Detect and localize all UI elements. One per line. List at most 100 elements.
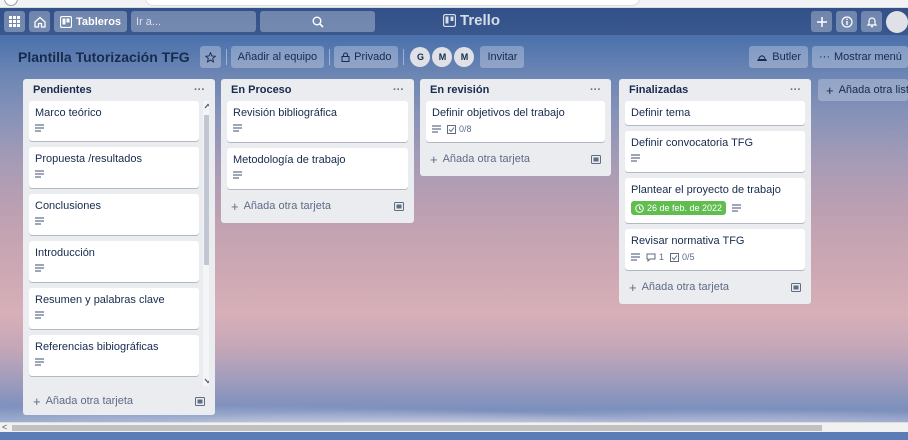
card[interactable]: Metodología de trabajo bbox=[227, 148, 408, 189]
template-icon[interactable] bbox=[394, 201, 404, 211]
jump-to-input[interactable]: Ir a... bbox=[131, 11, 257, 32]
checklist-icon bbox=[447, 124, 456, 134]
card-title: Plantear el proyecto de trabajo bbox=[631, 184, 781, 196]
add-card-button[interactable]: + Añada otra tarjeta bbox=[426, 148, 605, 170]
member-avatar[interactable]: M bbox=[432, 47, 453, 67]
list-menu-icon[interactable]: ··· bbox=[790, 84, 801, 96]
board-header-right: Butler ··· Mostrar menú bbox=[745, 46, 908, 68]
card-badges bbox=[35, 311, 193, 319]
user-avatar[interactable] bbox=[886, 11, 908, 33]
card-title: Introducción bbox=[35, 247, 95, 259]
list-menu-icon[interactable]: ··· bbox=[393, 84, 404, 96]
logo-text: Trello bbox=[460, 12, 501, 29]
list-title[interactable]: Pendientes bbox=[33, 84, 92, 96]
horizontal-scrollbar-thumb[interactable] bbox=[12, 425, 822, 431]
card[interactable]: Propuesta /resultados bbox=[29, 147, 199, 188]
checklist-count: 0/5 bbox=[682, 252, 695, 262]
list-finalizadas: Finalizadas ··· Definir tema Definir con… bbox=[619, 79, 811, 304]
apps-button[interactable] bbox=[4, 11, 25, 32]
search-button[interactable] bbox=[260, 11, 376, 32]
create-button[interactable] bbox=[811, 11, 832, 32]
scroll-left-icon[interactable]: < bbox=[2, 422, 7, 432]
card[interactable]: Conclusiones bbox=[29, 194, 199, 235]
boards-icon bbox=[60, 15, 72, 28]
card-badges: 0/8 bbox=[432, 124, 599, 134]
list-cards: Marco teórico Propuesta /resultados Conc… bbox=[29, 101, 209, 386]
add-card-button[interactable]: + Añada otra tarjeta bbox=[625, 276, 805, 298]
card-badges bbox=[631, 154, 799, 162]
scroll-up-icon[interactable] bbox=[204, 103, 209, 109]
template-icon[interactable] bbox=[195, 396, 205, 406]
card-title: Definir convocatoria TFG bbox=[631, 137, 754, 149]
privacy-button[interactable]: Privado bbox=[334, 46, 399, 68]
plus-icon: + bbox=[826, 82, 834, 98]
card[interactable]: Plantear el proyecto de trabajo 26 de fe… bbox=[625, 178, 805, 223]
add-card-button[interactable]: + Añada otra tarjeta bbox=[29, 390, 209, 412]
board-title[interactable]: Plantilla Tutorización TFG bbox=[12, 45, 196, 69]
browser-back-button[interactable] bbox=[4, 0, 18, 6]
card[interactable]: Definir tema bbox=[625, 101, 805, 125]
browser-address-bar[interactable] bbox=[145, 0, 640, 6]
star-button[interactable] bbox=[199, 46, 221, 68]
butler-label: Butler bbox=[772, 51, 801, 63]
notifications-button[interactable] bbox=[861, 11, 882, 32]
list-title[interactable]: En revisión bbox=[430, 84, 489, 96]
card[interactable]: Referencias bibiográficas bbox=[29, 335, 199, 376]
more-icon: ··· bbox=[819, 51, 830, 63]
card[interactable]: Marco teórico bbox=[29, 101, 199, 141]
invite-button[interactable]: Invitar bbox=[480, 46, 525, 68]
template-icon[interactable] bbox=[791, 282, 801, 292]
member-avatar[interactable]: G bbox=[410, 47, 431, 67]
add-to-team-button[interactable]: Añadir al equipo bbox=[230, 46, 325, 68]
description-icon bbox=[732, 204, 742, 212]
list-scrollbar-thumb[interactable] bbox=[204, 115, 209, 265]
boards-button[interactable]: Tableros bbox=[54, 11, 128, 32]
show-menu-button[interactable]: ··· Mostrar menú bbox=[812, 46, 908, 68]
plus-icon bbox=[816, 16, 827, 27]
add-card-button[interactable]: + Añada otra tarjeta bbox=[227, 195, 408, 217]
due-date-text: 26 de feb. de 2022 bbox=[647, 203, 723, 213]
card[interactable]: Resumen y palabras clave bbox=[29, 288, 199, 329]
card-title: Marco teórico bbox=[35, 107, 102, 119]
card-title: Resumen y palabras clave bbox=[35, 294, 165, 306]
comments-badge: 1 bbox=[646, 252, 664, 262]
trello-logo[interactable]: Trello bbox=[443, 12, 500, 29]
list-title[interactable]: En Proceso bbox=[231, 84, 292, 96]
add-list-button[interactable]: + Añada otra lista bbox=[818, 79, 908, 101]
card[interactable]: Introducción bbox=[29, 241, 199, 282]
list-menu-icon[interactable]: ··· bbox=[194, 84, 205, 96]
list-header[interactable]: En Proceso ··· bbox=[227, 79, 408, 101]
list-header[interactable]: Finalizadas ··· bbox=[625, 79, 805, 101]
scroll-down-icon[interactable] bbox=[204, 378, 209, 384]
separator bbox=[329, 49, 331, 65]
list-header[interactable]: Pendientes ··· bbox=[29, 79, 209, 101]
card[interactable]: Definir convocatoria TFG bbox=[625, 131, 805, 172]
list-en-proceso: En Proceso ··· Revisión bibliográfica Me… bbox=[221, 79, 414, 223]
board-horizontal-scrollbar[interactable]: < bbox=[0, 422, 908, 432]
add-card-label: Añada otra tarjeta bbox=[641, 281, 730, 293]
template-icon[interactable] bbox=[591, 154, 601, 164]
card[interactable]: Revisar normativa TFG 1 0/5 bbox=[625, 229, 805, 270]
description-icon bbox=[35, 311, 44, 319]
card[interactable]: Revisión bibliográfica bbox=[227, 101, 408, 142]
list-title[interactable]: Finalizadas bbox=[629, 84, 688, 96]
lock-icon bbox=[341, 52, 350, 62]
butler-button[interactable]: Butler bbox=[749, 46, 808, 68]
card-badges: 26 de feb. de 2022 bbox=[631, 201, 799, 215]
home-button[interactable] bbox=[29, 11, 50, 32]
card-badges bbox=[35, 264, 193, 272]
add-card-label: Añada otra tarjeta bbox=[45, 395, 134, 407]
member-avatar[interactable]: M bbox=[454, 47, 475, 67]
checklist-badge: 0/8 bbox=[447, 124, 472, 134]
info-button[interactable] bbox=[836, 11, 857, 32]
card-badges bbox=[35, 170, 193, 178]
home-icon bbox=[33, 16, 46, 28]
card-title: Definir objetivos del trabajo bbox=[432, 107, 565, 119]
due-date-badge[interactable]: 26 de feb. de 2022 bbox=[631, 201, 727, 215]
card-badges bbox=[233, 124, 402, 132]
clock-icon bbox=[635, 203, 644, 213]
card[interactable]: Definir objetivos del trabajo 0/8 bbox=[426, 101, 605, 142]
list-header[interactable]: En revisión ··· bbox=[426, 79, 605, 101]
list-menu-icon[interactable]: ··· bbox=[590, 84, 601, 96]
butler-icon bbox=[757, 55, 768, 61]
